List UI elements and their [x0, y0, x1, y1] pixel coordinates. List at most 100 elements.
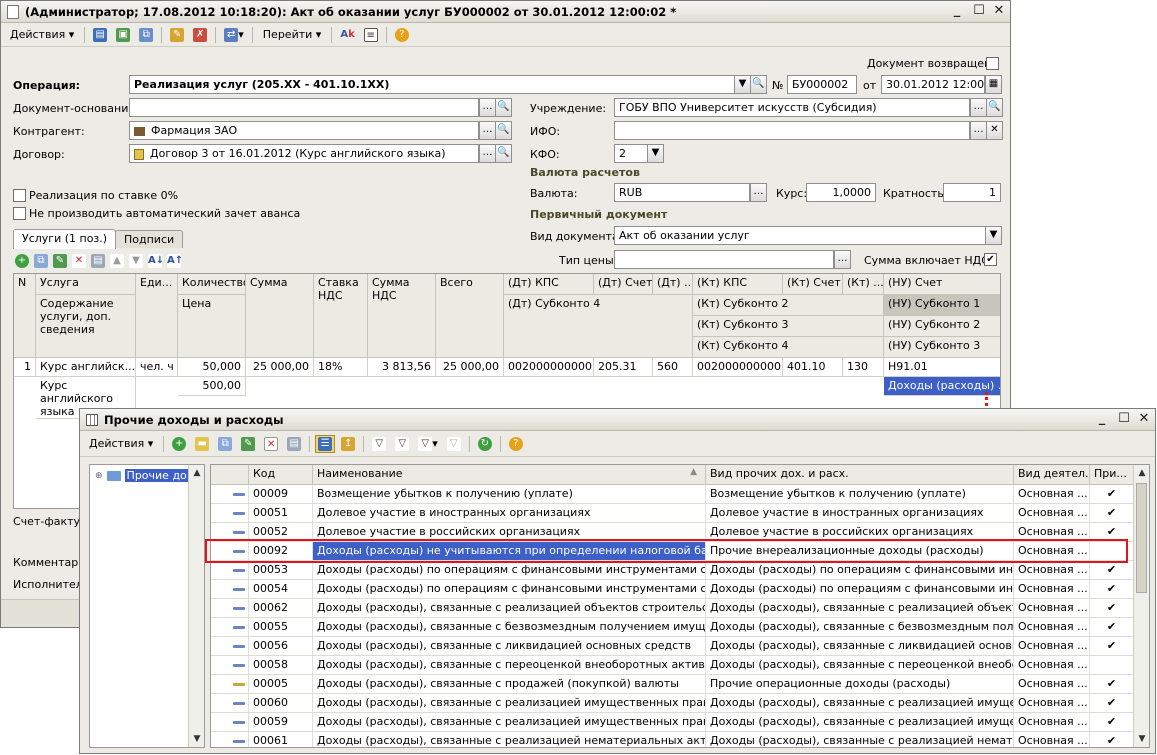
operation-field[interactable]: Реализация услуг (205.XX - 401.10.1XX)	[129, 75, 735, 94]
tab-signatures[interactable]: Подписи	[115, 230, 184, 248]
expand-icon[interactable]: ⊕	[95, 471, 103, 481]
actions-menu-button[interactable]: Действия ▾	[5, 26, 79, 44]
clear-filter-icon[interactable]: ▽	[444, 435, 464, 453]
basis-field[interactable]	[129, 98, 479, 117]
row-total[interactable]: 25 000,00	[436, 358, 504, 377]
kfo-dropdown-button[interactable]: ▼	[647, 144, 664, 163]
edit-icon[interactable]: ✎	[238, 435, 258, 453]
list-item[interactable]: 00060 Доходы (расходы), связанные с реали…	[211, 694, 1134, 713]
list-scrollbar[interactable]: ▲ ▼	[1133, 465, 1149, 747]
copy-row-icon[interactable]: ⧉	[215, 435, 235, 453]
list-item[interactable]: 00061 Доходы (расходы), связанные с реали…	[211, 732, 1134, 747]
add-group-icon[interactable]: ▬	[192, 435, 212, 453]
list-item[interactable]: 00056 Доходы (расходы), связанные с ликви…	[211, 637, 1134, 656]
currency-select-button[interactable]: …	[750, 183, 767, 202]
kfo-field[interactable]: 2	[614, 144, 648, 163]
based-on-icon[interactable]: ⇄ ▾	[221, 26, 247, 44]
row-nu-acc[interactable]: Н91.01	[884, 358, 1000, 377]
operation-dropdown-button[interactable]: ▼	[734, 75, 751, 94]
move-up-icon[interactable]: ▲	[110, 254, 124, 268]
list-item[interactable]: 00005 Доходы (расходы), связанные с прода…	[211, 675, 1134, 694]
contract-search-button[interactable]: 🔍	[495, 144, 512, 163]
no-offset-checkbox[interactable]	[13, 207, 26, 220]
institution-select-button[interactable]: …	[970, 98, 987, 117]
institution-search-button[interactable]: 🔍	[986, 98, 1003, 117]
post-close-icon[interactable]: ▣	[113, 26, 133, 44]
help-icon[interactable]: ?	[392, 26, 412, 44]
copy-row-icon[interactable]: ⧉	[34, 254, 48, 268]
edit-doc-icon[interactable]: ✎	[167, 26, 187, 44]
filter-icon[interactable]: ▽	[369, 435, 389, 453]
copy-icon[interactable]: ⧉	[136, 26, 156, 44]
scroll-up-icon[interactable]: ▲	[1134, 465, 1149, 481]
scroll-down-icon[interactable]: ▼	[1134, 731, 1149, 747]
hierarchy-icon[interactable]: ☰	[315, 434, 336, 453]
scroll-thumb[interactable]	[1136, 483, 1147, 593]
row-kt-x[interactable]: 130	[843, 358, 884, 377]
counterparty-select-button[interactable]: …	[479, 121, 496, 140]
tree-scrollbar[interactable]: ▲ ▼	[188, 465, 204, 747]
number-field[interactable]: БУ000002	[787, 75, 857, 94]
counterparty-search-button[interactable]: 🔍	[495, 121, 512, 140]
row-dt-kps[interactable]: 002000000000...	[504, 358, 594, 377]
popup-actions-button[interactable]: Действия ▾	[84, 435, 158, 453]
parent-level-icon[interactable]: ↥	[338, 435, 358, 453]
date-field[interactable]: 30.01.2012 12:00:02	[881, 75, 985, 94]
doc-type-dropdown-button[interactable]: ▼	[985, 226, 1002, 245]
ifo-clear-button[interactable]: ✕	[986, 121, 1003, 140]
basis-search-button[interactable]: 🔍	[495, 98, 512, 117]
contract-select-button[interactable]: …	[479, 144, 496, 163]
maximize-icon[interactable]: ☐	[1115, 411, 1133, 426]
ifo-select-button[interactable]: …	[970, 121, 987, 140]
delete-icon[interactable]: ✕	[72, 254, 86, 268]
edit-icon[interactable]: ✎	[53, 254, 67, 268]
help-icon[interactable]: ?	[506, 435, 526, 453]
structure-icon[interactable]: ≡	[361, 26, 381, 44]
row-vat-rate[interactable]: 18%	[314, 358, 368, 377]
close-icon[interactable]: ✕	[1135, 411, 1153, 426]
price-type-select-button[interactable]: …	[834, 250, 851, 269]
unpost-icon[interactable]: ✗	[190, 26, 210, 44]
col-flag[interactable]: При...	[1090, 465, 1134, 485]
spellcheck-icon[interactable]: Ak	[337, 26, 357, 44]
scroll-up-icon[interactable]: ▲	[189, 465, 205, 481]
returned-checkbox[interactable]	[986, 57, 999, 70]
save-icon[interactable]: ▤	[284, 435, 304, 453]
doc-type-field[interactable]: Акт об оказании услуг	[614, 226, 986, 245]
add-icon[interactable]: +	[15, 254, 29, 268]
row-price[interactable]: 500,00	[178, 377, 246, 396]
list-item[interactable]: 00059 Доходы (расходы), связанные с реали…	[211, 713, 1134, 732]
list-item[interactable]: 00009 Возмещение убытков к получению (упл…	[211, 485, 1134, 504]
maximize-icon[interactable]: ☐	[970, 3, 988, 18]
currency-field[interactable]: RUB	[614, 183, 750, 202]
scroll-down-icon[interactable]: ▼	[189, 731, 205, 747]
row-dt-x[interactable]: 560	[653, 358, 693, 377]
contract-field[interactable]: Договор 3 от 16.01.2012 (Курс английског…	[129, 144, 479, 163]
minimize-icon[interactable]: _	[948, 3, 966, 18]
post-icon[interactable]: ▤	[90, 26, 110, 44]
refresh-icon[interactable]: ↻	[475, 435, 495, 453]
col-activity[interactable]: Вид деятел...	[1014, 465, 1090, 485]
row-dt-acc[interactable]: 205.31	[594, 358, 653, 377]
vat-included-checkbox[interactable]: ✔	[984, 253, 997, 266]
row-vat-sum[interactable]: 3 813,56	[368, 358, 436, 377]
zero-rate-checkbox[interactable]	[13, 189, 26, 202]
basis-select-button[interactable]: …	[479, 98, 496, 117]
operation-search-button[interactable]: 🔍	[750, 75, 767, 94]
calendar-button[interactable]: ▦	[985, 75, 1002, 94]
price-type-field[interactable]	[614, 250, 834, 269]
col-type[interactable]: Вид прочих дох. и расх.	[706, 465, 1014, 485]
sort-asc-icon[interactable]: A↓	[148, 254, 164, 268]
col-code[interactable]: Код	[249, 465, 313, 485]
multiplicity-field[interactable]: 1	[943, 183, 1001, 202]
end-edit-icon[interactable]: ▤	[91, 254, 105, 268]
tree-root[interactable]: ⊕ Прочие до	[95, 469, 189, 482]
mark-delete-icon[interactable]: ✕	[261, 435, 281, 453]
tab-services[interactable]: Услуги (1 поз.)	[13, 229, 117, 249]
row-unit[interactable]: чел. ч	[136, 358, 178, 377]
rate-field[interactable]: 1,0000	[806, 183, 876, 202]
list-item[interactable]: 00062 Доходы (расходы), связанные с реали…	[211, 599, 1134, 618]
row-qty[interactable]: 50,000	[178, 358, 246, 377]
move-down-icon[interactable]: ▼	[129, 254, 143, 268]
row-kt-acc[interactable]: 401.10	[783, 358, 843, 377]
